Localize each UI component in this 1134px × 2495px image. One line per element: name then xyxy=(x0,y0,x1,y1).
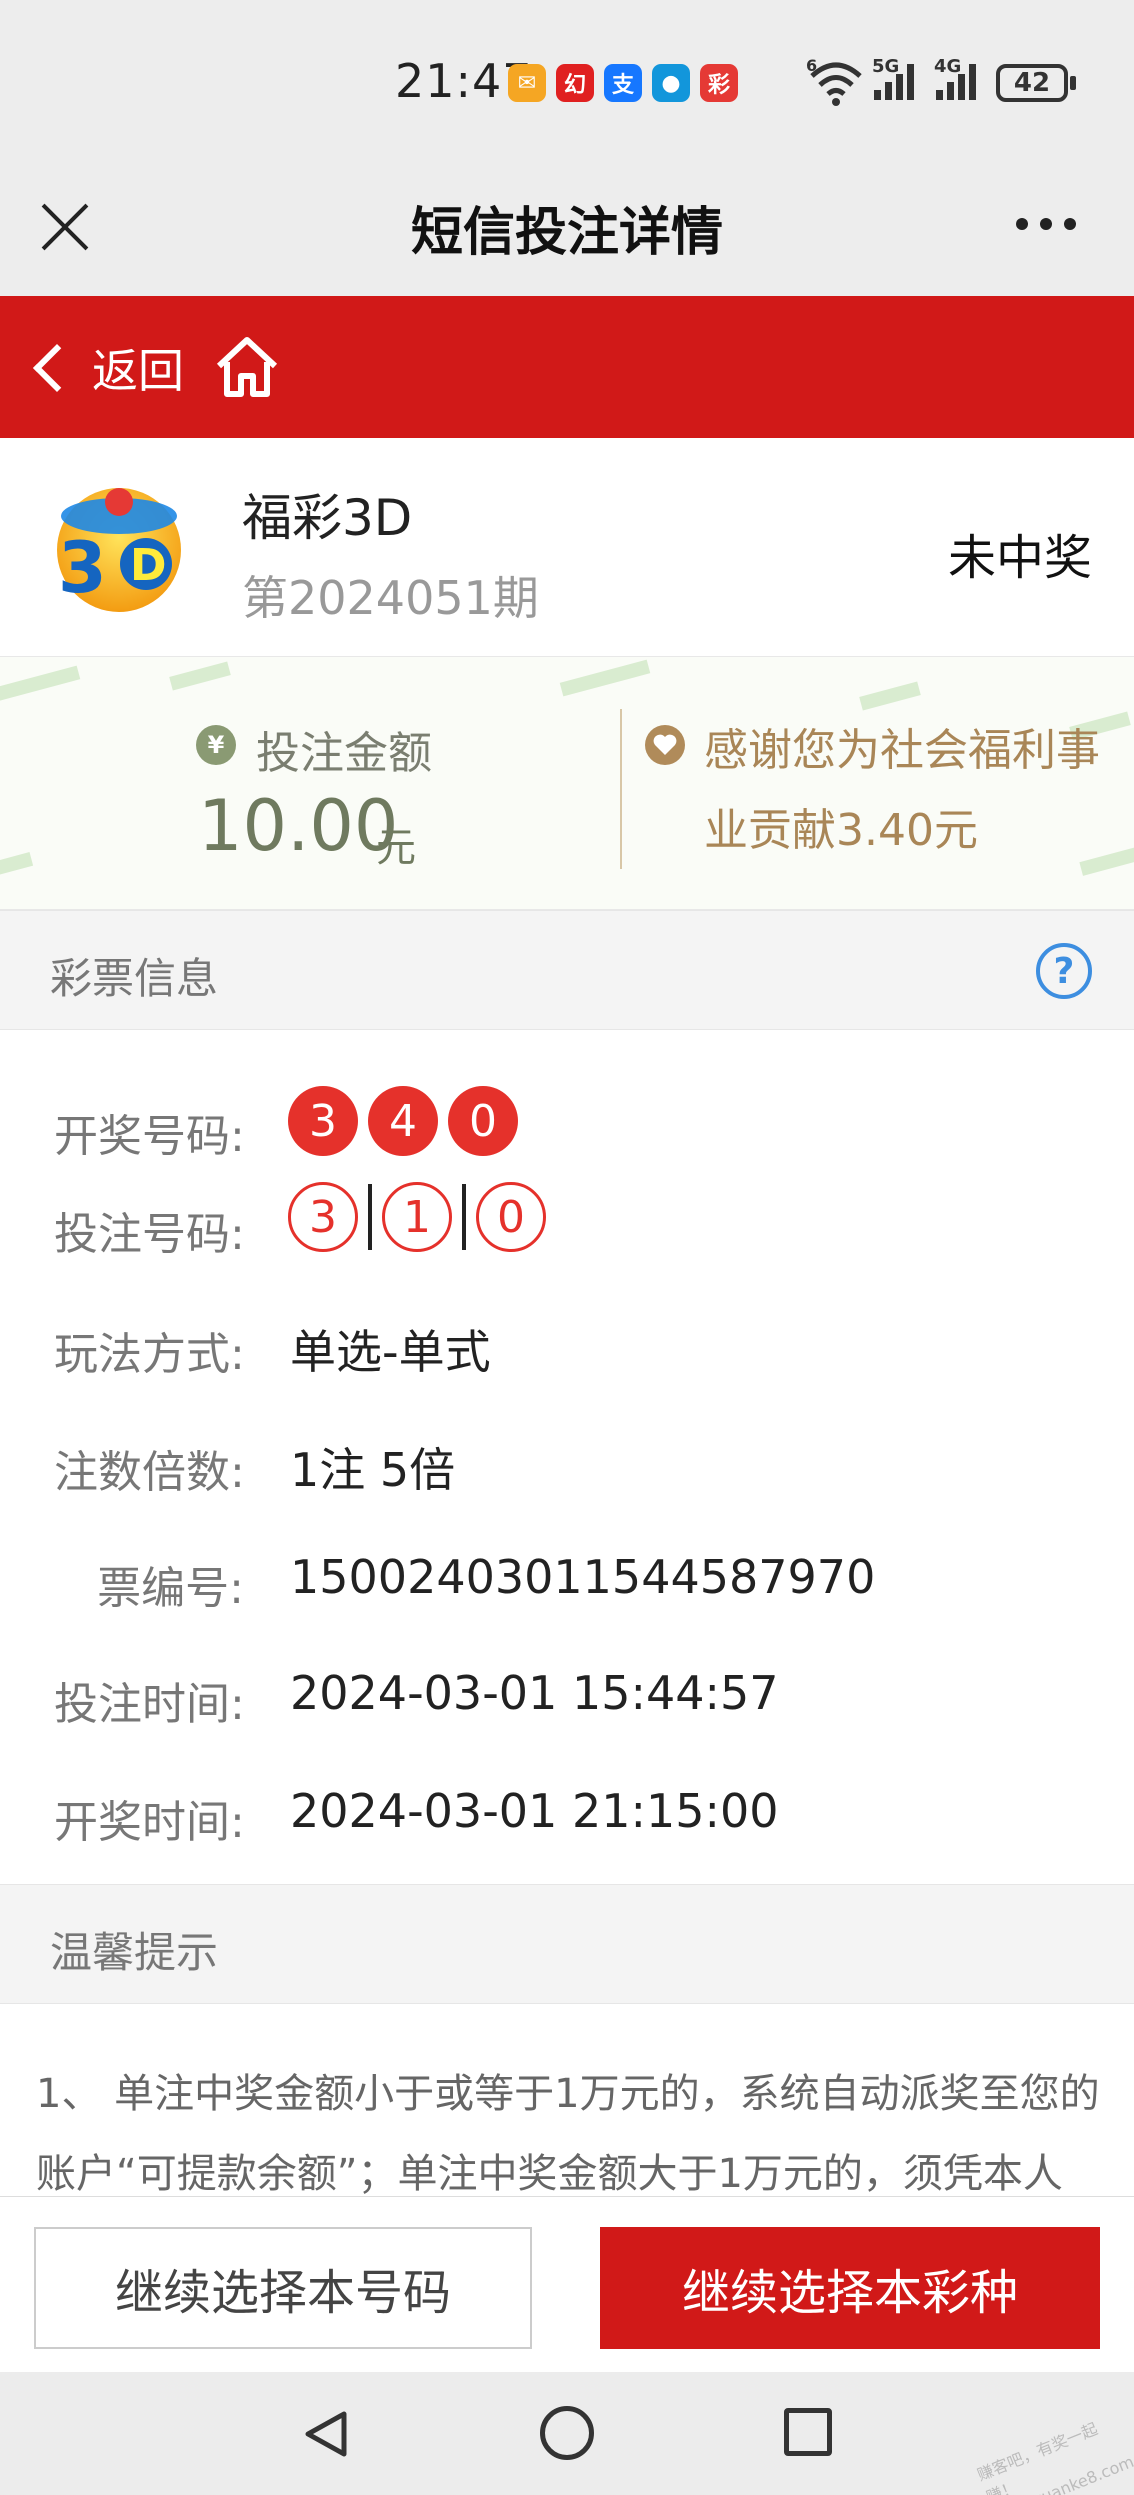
tips-text: 1、 单注中奖金额小于或等于1万元的，系统自动派奖至您的账户“可提款余额”；单注… xyxy=(36,2071,1100,2197)
draw-numbers-label: 开奖号码: xyxy=(54,1111,245,1162)
yen-icon: ¥ xyxy=(196,725,236,765)
app-notification-icon: 幻 xyxy=(556,64,594,102)
lottery-app-notification-icon: 彩 xyxy=(700,64,738,102)
lottery-issue: 第2024051期 xyxy=(242,571,539,625)
svg-text:D: D xyxy=(130,540,167,591)
divider xyxy=(620,709,622,869)
system-nav-bar: 赚客吧，有奖一起赚！ www.zuanke8.com xyxy=(0,2372,1134,2495)
status-bar: 21:47 ✉ 幻支 ● 彩 6 5G 4G 42 xyxy=(0,0,1134,160)
draw-ball: 3 xyxy=(288,1086,358,1156)
draw-ball: 4 xyxy=(368,1086,438,1156)
nav-home-icon[interactable] xyxy=(540,2406,594,2460)
ticket-info-header: 彩票信息 ? xyxy=(0,910,1134,1030)
bet-ball: 1 xyxy=(382,1182,452,1252)
bet-numbers: 3 1 0 xyxy=(288,1182,546,1252)
fucai-3d-logo: 3 D xyxy=(44,472,194,622)
ticket-number-value: 15002403011544587970 xyxy=(290,1550,876,1604)
lottery-name: 福彩3D xyxy=(242,489,413,547)
same-numbers-button[interactable]: 继续选择本号码 xyxy=(34,2227,532,2349)
bet-numbers-label: 投注号码: xyxy=(54,1209,245,1260)
bet-time-value: 2024-03-01 15:44:57 xyxy=(290,1666,779,1720)
position-separator xyxy=(368,1184,372,1250)
ticket-number-label: 票编号: xyxy=(97,1563,244,1614)
amount-strip: ¥ 投注金额 10.00 元 感谢您为社会福利事业贡献3.40元 xyxy=(0,656,1134,910)
back-label: 返回 xyxy=(92,344,184,398)
battery-icon: 42 xyxy=(996,64,1076,102)
draw-time-value: 2024-03-01 21:15:00 xyxy=(290,1784,779,1838)
draw-time-label: 开奖时间: xyxy=(54,1797,245,1848)
play-type-value: 单选-单式 xyxy=(290,1325,491,1379)
red-nav-bar: 返回 xyxy=(0,296,1134,438)
section-title: 温馨提示 xyxy=(50,1928,219,1977)
same-game-button[interactable]: 继续选择本彩种 xyxy=(600,2227,1100,2349)
bet-amount-value: 10.00 xyxy=(198,785,399,867)
more-options-icon[interactable] xyxy=(1016,218,1076,232)
watermark: 赚客吧，有奖一起赚！ www.zuanke8.com xyxy=(974,2419,1134,2495)
multiple-label: 注数倍数: xyxy=(54,1447,245,1498)
bet-amount-unit: 元 xyxy=(376,825,416,871)
bet-time-label: 投注时间: xyxy=(54,1679,245,1730)
signal-4g-icon xyxy=(934,60,982,109)
nav-recents-icon[interactable] xyxy=(784,2408,832,2456)
bottom-action-bar: 继续选择本号码 继续选择本彩种 xyxy=(0,2196,1134,2372)
help-icon[interactable]: ? xyxy=(1036,943,1092,999)
multiple-value: 1注 5倍 xyxy=(290,1443,456,1497)
alipay-notification-icon: 支 xyxy=(604,64,642,102)
draw-ball: 0 xyxy=(448,1086,518,1156)
qq-notification-icon: ● xyxy=(652,64,690,102)
decor-stripe xyxy=(859,681,921,711)
back-button[interactable]: 返回 xyxy=(26,336,184,400)
bet-amount-label: 投注金额 xyxy=(256,728,432,779)
chevron-left-icon xyxy=(32,343,82,393)
tips-header: 温馨提示 xyxy=(0,1884,1134,2004)
nav-back-icon[interactable] xyxy=(300,2408,352,2460)
bet-amount-panel: ¥ 投注金额 10.00 元 xyxy=(0,657,620,909)
bet-ball: 0 xyxy=(476,1182,546,1252)
bet-ball: 3 xyxy=(288,1182,358,1252)
svg-text:3: 3 xyxy=(58,527,107,609)
mail-notification-icon: ✉ xyxy=(508,64,546,102)
section-title: 彩票信息 xyxy=(50,954,219,1003)
page-title: 短信投注详情 xyxy=(410,203,723,263)
play-type-label: 玩法方式: xyxy=(54,1329,245,1380)
prize-status: 未中奖 xyxy=(947,530,1092,586)
draw-numbers: 3 4 0 xyxy=(288,1086,528,1156)
charity-thanks-text: 感谢您为社会福利事业贡献3.40元 xyxy=(704,725,1100,856)
position-separator xyxy=(462,1184,466,1250)
signal-5g-icon xyxy=(872,60,920,109)
title-bar: 短信投注详情 xyxy=(0,160,1134,296)
lottery-header: 3 D 福彩3D 第2024051期 未中奖 xyxy=(0,438,1134,656)
home-icon[interactable] xyxy=(214,334,280,400)
wifi-6-label: 6 xyxy=(806,56,818,75)
heart-icon xyxy=(645,725,685,765)
